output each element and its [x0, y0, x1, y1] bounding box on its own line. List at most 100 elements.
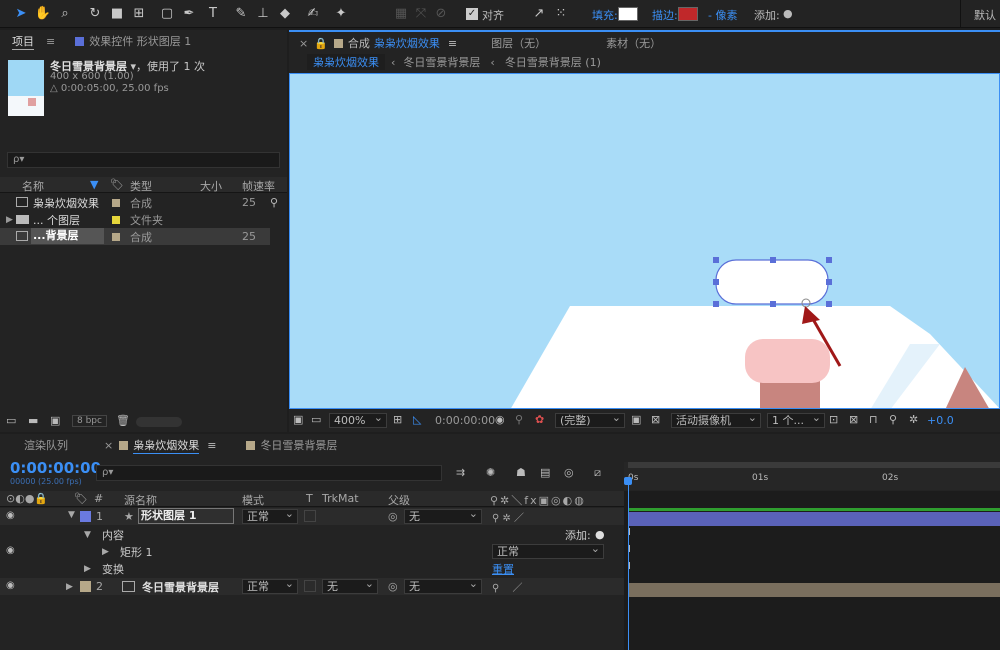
tab-render-queue[interactable]: 渲染队列	[24, 437, 68, 453]
flowchart-icon[interactable]: ⚲	[889, 413, 897, 426]
expand-arrow-icon[interactable]: ▶	[102, 547, 109, 557]
snap-grid-icon[interactable]: ⁙	[552, 5, 570, 23]
project-item[interactable]: 枭枭炊烟效果 合成 25 ⚲	[0, 194, 287, 211]
menu-icon[interactable]: ≡	[46, 35, 55, 48]
interpret-footage-icon[interactable]: ▭	[6, 414, 16, 427]
time-ruler[interactable]: 0s 01s 02s	[624, 462, 1000, 490]
camera-dropdown[interactable]: 活动摄像机	[671, 411, 761, 428]
col-trkmat[interactable]: TrkMat	[322, 492, 359, 505]
project-item[interactable]: ▶ ... 个图层 文件夹	[0, 211, 287, 228]
preserve-transparency-checkbox[interactable]	[304, 580, 316, 592]
tab-project[interactable]: 项目	[12, 33, 34, 50]
eye-icon[interactable]: ◉	[6, 545, 15, 556]
pen-tool-icon[interactable]: ✒	[180, 5, 198, 23]
layer-name-input[interactable]: 形状图层 1	[138, 508, 234, 524]
switches-icons[interactable]: ⚲✲＼fx▣◎◐◍	[490, 492, 586, 508]
expand-arrow-icon[interactable]: ▶	[84, 564, 91, 574]
content-group-row[interactable]: ▼ 内容 添加: ●	[0, 526, 624, 543]
tab-layer[interactable]: 图层（无）	[491, 35, 546, 51]
local-axis-icon[interactable]: ▦	[392, 5, 410, 23]
eye-icon[interactable]: ◉	[6, 510, 15, 521]
puppet-tool-icon[interactable]: ✦	[332, 5, 350, 23]
menu-icon[interactable]: ≡	[448, 37, 457, 50]
close-tab-icon[interactable]: ×	[299, 37, 308, 50]
expand-arrow-icon[interactable]: ▶	[6, 215, 13, 225]
col-parent[interactable]: 父级	[388, 492, 410, 508]
transparency-grid-icon[interactable]: ⊠	[651, 413, 660, 426]
always-preview-icon[interactable]: ▣	[293, 413, 303, 426]
col-t[interactable]: T	[306, 492, 313, 505]
track-area[interactable]: I I I	[624, 477, 1000, 650]
region-of-interest-icon[interactable]: ▣	[631, 413, 641, 426]
align-checkbox[interactable]: ✓	[466, 8, 478, 20]
graph-editor-icon[interactable]: ⧄	[594, 466, 601, 480]
zoom-dropdown[interactable]: 400%	[329, 411, 387, 428]
zoom-tool-icon[interactable]: ⌕	[56, 5, 74, 23]
fast-preview-icon[interactable]: ⊠	[849, 413, 858, 426]
mask-visibility-icon[interactable]: ◺	[413, 413, 421, 426]
stroke-color-swatch[interactable]	[678, 7, 698, 21]
col-size[interactable]: 大小	[200, 178, 222, 194]
project-search-input[interactable]: ρ▾	[7, 152, 280, 168]
breadcrumb-bg[interactable]: 冬日雪景背景层	[403, 54, 480, 70]
close-tab-icon[interactable]: ×	[104, 439, 113, 452]
sort-arrow-icon[interactable]: ▼	[90, 178, 98, 191]
parent-dropdown[interactable]: 无	[404, 577, 482, 594]
new-folder-icon[interactable]: ▬	[28, 414, 38, 427]
menu-icon[interactable]: ≡	[207, 439, 216, 452]
shape-tool-icon[interactable]: ▢	[158, 5, 176, 23]
pickwhip-icon[interactable]: ◎	[388, 580, 398, 593]
label-icon[interactable]: 🏷	[110, 178, 124, 191]
rotate-tool-icon[interactable]: ↻	[86, 5, 104, 23]
motion-blur-icon[interactable]: ◎	[564, 466, 574, 479]
clone-stamp-tool-icon[interactable]: ⊥	[254, 5, 272, 23]
snap-icon[interactable]: ↗	[530, 5, 548, 23]
add-content-icon[interactable]: ●	[595, 528, 605, 541]
text-tool-icon[interactable]: T	[204, 5, 222, 23]
eraser-tool-icon[interactable]: ◆	[276, 5, 294, 23]
rect-blend-dropdown[interactable]: 正常	[492, 542, 604, 559]
label-color-swatch[interactable]	[112, 199, 120, 207]
hand-tool-icon[interactable]: ✋	[34, 5, 52, 23]
playhead-handle[interactable]	[624, 477, 632, 485]
layer1-bar[interactable]	[628, 512, 1000, 526]
bpc-button[interactable]: 8 bpc	[72, 415, 107, 427]
color-channel-icon[interactable]: ✿	[535, 413, 544, 426]
label-color-swatch[interactable]	[112, 233, 120, 241]
layer2-bar[interactable]	[628, 583, 1000, 597]
tab-comp[interactable]: 枭枭炊烟效果	[133, 437, 200, 454]
label-color-swatch[interactable]	[80, 511, 91, 522]
reset-link[interactable]: 重置	[492, 561, 514, 577]
trkmat-dropdown[interactable]: 无	[322, 577, 378, 594]
col-mode[interactable]: 模式	[242, 492, 264, 508]
add-play-icon[interactable]: ●	[783, 7, 793, 20]
item-label[interactable]: ...背景层	[31, 228, 104, 244]
show-snapshot-icon[interactable]: ⚲	[515, 413, 523, 426]
label-color-swatch[interactable]	[112, 216, 120, 224]
tab-effects[interactable]: 效果控件 形状图层 1	[89, 33, 191, 49]
draft-3d-icon[interactable]: ✺	[486, 466, 495, 479]
eye-icon[interactable]: ◉	[6, 580, 15, 591]
expand-arrow-icon[interactable]: ▶	[66, 582, 73, 592]
layer-row[interactable]: ◉ ▼ 1 ★ 形状图层 1 正常 ◎ 无 ⚲ ✲ ／	[0, 507, 624, 525]
playhead[interactable]	[628, 483, 629, 650]
brush-tool-icon[interactable]: ✎	[232, 5, 250, 23]
layer-row[interactable]: ◉ ▶ 2 冬日雪景背景层 正常 无 ◎ 无 ⚲ ／	[0, 577, 624, 595]
roto-brush-tool-icon[interactable]: ✍	[304, 5, 322, 23]
safe-zones-icon[interactable]: ⊞	[393, 413, 402, 426]
label-icon[interactable]: 🏷	[74, 492, 88, 505]
blend-mode-dropdown[interactable]: 正常	[242, 507, 298, 524]
preserve-transparency-checkbox[interactable]	[304, 510, 316, 522]
layer-name[interactable]: 冬日雪景背景层	[142, 579, 219, 595]
col-type[interactable]: 类型	[130, 178, 152, 194]
layer-switches[interactable]: ⚲ ✲ ／	[492, 509, 524, 524]
shy-icon[interactable]: ☗	[516, 466, 526, 479]
tab-bg[interactable]: 冬日雪景背景层	[260, 437, 337, 453]
timeline-search-input[interactable]: ρ▾	[96, 465, 442, 481]
rect-group-row[interactable]: ◉ ▶ 矩形 1 正常	[0, 542, 624, 560]
transform-row[interactable]: ▶ 变换 重置	[0, 560, 624, 577]
exposure-value[interactable]: +0.0	[927, 414, 954, 427]
pan-behind-tool-icon[interactable]: ⊞	[130, 5, 148, 23]
col-fps[interactable]: 帧速率	[242, 178, 275, 194]
timeline-icon[interactable]: ⊓	[869, 413, 878, 426]
